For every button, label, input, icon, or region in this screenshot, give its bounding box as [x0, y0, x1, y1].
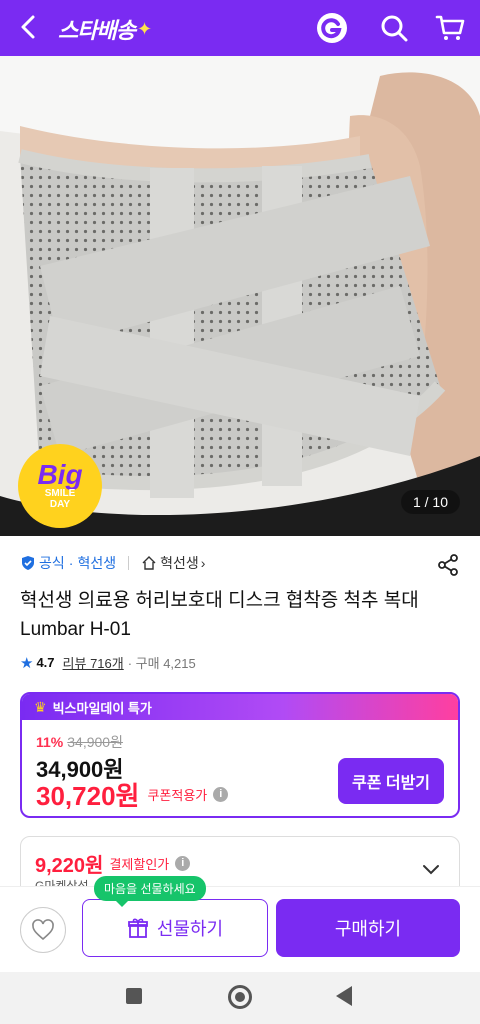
home-button-icon[interactable]: [228, 985, 252, 1009]
review-link[interactable]: 리뷰 716개: [63, 653, 124, 672]
back-triangle-icon[interactable]: [336, 986, 352, 1006]
badge-subtitle: SMILE DAY: [44, 488, 76, 510]
product-title: 혁선생 의료용 허리보호대 디스크 협착증 척추 복대 Lumbar H-01: [20, 590, 419, 640]
sparkle-icon: ✦: [136, 18, 152, 39]
star-icon: ★: [20, 654, 34, 672]
rating-score: 4.7: [36, 655, 55, 670]
image-counter: 1 / 10: [400, 490, 460, 514]
search-icon[interactable]: [378, 12, 410, 44]
system-nav-bar: [0, 972, 480, 1024]
payment-price-label: 결제할인가: [109, 857, 170, 872]
payment-price: 9,220원: [35, 855, 104, 877]
official-label: 공식: [39, 555, 65, 571]
gift-icon: [127, 918, 148, 938]
coupon-price-label: 쿠폰적용가: [147, 788, 208, 803]
big-smile-day-badge: Big SMILE DAY: [18, 444, 102, 528]
badge-title: Big: [37, 459, 83, 490]
discount-percent: 11%: [36, 734, 64, 750]
payment-price-row: 9,220원 결제할인가 i: [35, 849, 191, 878]
crown-icon: ♛: [34, 698, 47, 715]
get-more-coupons-button[interactable]: 쿠폰 더받기: [338, 758, 444, 804]
deal-card: ♛ 빅스마일데이 특가 11% 34,900원 34,900원 30,720원 …: [20, 692, 460, 818]
deal-header-label: 빅스마일데이 특가: [52, 700, 152, 716]
coupon-price-row: 30,720원 쿠폰적용가 i: [36, 776, 229, 813]
star-delivery-logo[interactable]: 스타배송 ✦: [58, 13, 152, 45]
gift-tooltip: 마음을 선물하세요: [94, 876, 206, 907]
heart-icon: [32, 919, 54, 941]
wishlist-button[interactable]: [20, 907, 66, 953]
logo-text: 스타배송: [58, 18, 136, 43]
chevron-right-icon: ›: [200, 555, 206, 571]
g-logo-icon[interactable]: [316, 12, 348, 44]
shop-link[interactable]: 혁선생 ›: [141, 553, 205, 573]
shop-name: 혁선생: [160, 555, 199, 571]
home-icon: [142, 556, 156, 570]
gift-button-label: 선물하기: [156, 919, 224, 939]
back-arrow-icon[interactable]: [14, 12, 44, 42]
product-image[interactable]: Big SMILE DAY 1 / 10: [0, 56, 480, 536]
purchase-count: · 구매 4,215: [127, 656, 196, 671]
recent-apps-icon[interactable]: [126, 988, 142, 1004]
separator-dot: ·: [68, 555, 74, 571]
original-price: 34,900원: [67, 734, 123, 750]
buy-button[interactable]: 구매하기: [276, 899, 460, 957]
deal-header: ♛ 빅스마일데이 특가: [22, 694, 458, 720]
brand-link[interactable]: 혁선생: [77, 553, 116, 573]
cart-icon[interactable]: [434, 12, 466, 44]
top-bar: 스타배송 ✦: [0, 0, 480, 56]
official-shield-icon: [22, 556, 34, 570]
gift-button[interactable]: 선물하기: [82, 899, 268, 957]
discount-row: 11% 34,900원: [36, 732, 123, 752]
rating-row: ★ 4.7 리뷰 716개 · 구매 4,215: [20, 653, 196, 672]
divider: [128, 556, 130, 570]
bottom-action-bar: 선물하기 구매하기: [0, 886, 480, 972]
info-icon[interactable]: i: [175, 856, 191, 871]
seller-row: 공식 · 혁선생 혁선생 ›: [20, 553, 205, 573]
info-icon[interactable]: i: [213, 787, 229, 802]
coupon-price: 30,720원: [36, 781, 140, 811]
chevron-down-icon[interactable]: [421, 859, 441, 879]
share-icon[interactable]: [436, 553, 460, 577]
